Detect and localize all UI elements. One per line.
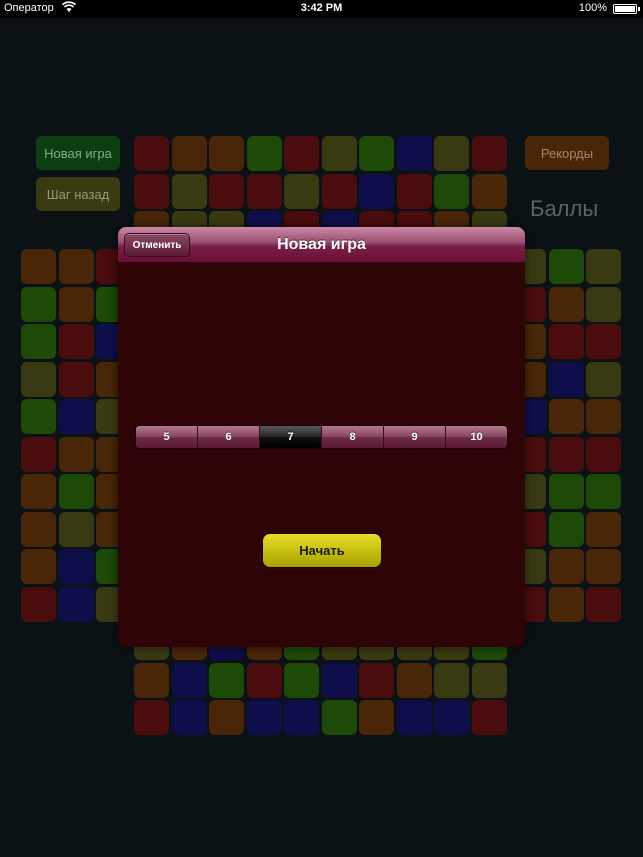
board-tile[interactable] bbox=[134, 173, 169, 209]
board-tile[interactable] bbox=[586, 324, 621, 359]
board-tile[interactable] bbox=[246, 173, 282, 209]
board-tile[interactable] bbox=[471, 700, 507, 735]
start-button[interactable]: Начать bbox=[263, 534, 381, 567]
board-tile[interactable] bbox=[58, 399, 94, 434]
board-tile[interactable] bbox=[471, 173, 507, 209]
board-tile[interactable] bbox=[58, 436, 94, 472]
clock: 3:42 PM bbox=[300, 2, 343, 14]
board-tile[interactable] bbox=[246, 662, 282, 698]
board-tile[interactable] bbox=[21, 361, 56, 397]
status-bar: Оператор 3:42 PM 100% bbox=[0, 0, 643, 18]
board-tile[interactable] bbox=[134, 700, 169, 735]
new-game-dialog: Отменить Новая игра 5 6 7 8 9 10 Начать bbox=[118, 227, 525, 647]
board-tile[interactable] bbox=[548, 586, 584, 622]
board-tile[interactable] bbox=[434, 173, 469, 209]
board-tile[interactable] bbox=[321, 662, 357, 698]
board-tile[interactable] bbox=[284, 173, 319, 209]
dialog-title: Новая игра bbox=[277, 236, 366, 253]
size-option[interactable]: 9 bbox=[384, 426, 446, 448]
board-tile[interactable] bbox=[586, 436, 621, 472]
board-tile[interactable] bbox=[21, 324, 56, 359]
board-tile[interactable] bbox=[209, 662, 244, 698]
board-tile[interactable] bbox=[359, 173, 394, 209]
board-tile[interactable] bbox=[21, 586, 56, 622]
board-tile[interactable] bbox=[58, 511, 94, 547]
board-size-selector: 5 6 7 8 9 10 bbox=[135, 425, 508, 449]
board-tile[interactable] bbox=[586, 549, 621, 584]
board-tile[interactable] bbox=[21, 436, 56, 472]
board-tile[interactable] bbox=[359, 700, 394, 735]
dialog-header: Отменить Новая игра bbox=[118, 227, 525, 263]
board-tile[interactable] bbox=[171, 173, 207, 209]
board-tile[interactable] bbox=[548, 474, 584, 509]
board-tile[interactable] bbox=[548, 549, 584, 584]
board-tile[interactable] bbox=[548, 249, 584, 284]
board-tile[interactable] bbox=[434, 136, 469, 171]
board-tile[interactable] bbox=[548, 324, 584, 359]
board-tile[interactable] bbox=[246, 700, 282, 735]
board-tile[interactable] bbox=[246, 136, 282, 171]
board-tile[interactable] bbox=[548, 436, 584, 472]
board-tile[interactable] bbox=[548, 361, 584, 397]
board-tile[interactable] bbox=[134, 662, 169, 698]
board-tile[interactable] bbox=[284, 662, 319, 698]
board-tile[interactable] bbox=[434, 662, 469, 698]
board-tile[interactable] bbox=[171, 136, 207, 171]
board-tile[interactable] bbox=[586, 586, 621, 622]
new-game-button[interactable]: Новая игра bbox=[36, 136, 120, 170]
board-tile[interactable] bbox=[471, 662, 507, 698]
board-tile[interactable] bbox=[548, 399, 584, 434]
size-option[interactable]: 8 bbox=[322, 426, 384, 448]
board-tile[interactable] bbox=[396, 173, 432, 209]
board-tile[interactable] bbox=[548, 511, 584, 547]
size-option[interactable]: 6 bbox=[198, 426, 260, 448]
board-tile[interactable] bbox=[209, 700, 244, 735]
score-label: Баллы bbox=[530, 196, 599, 221]
board-tile[interactable] bbox=[321, 173, 357, 209]
board-tile[interactable] bbox=[321, 136, 357, 171]
battery-icon bbox=[613, 4, 640, 14]
board-tile[interactable] bbox=[586, 474, 621, 509]
size-option[interactable]: 7 bbox=[260, 426, 322, 448]
board-tile[interactable] bbox=[134, 136, 169, 171]
board-tile[interactable] bbox=[58, 324, 94, 359]
board-tile[interactable] bbox=[21, 286, 56, 322]
board-tile[interactable] bbox=[21, 249, 56, 284]
board-tile[interactable] bbox=[284, 136, 319, 171]
board-tile[interactable] bbox=[209, 173, 244, 209]
board-tile[interactable] bbox=[359, 136, 394, 171]
board-tile[interactable] bbox=[209, 136, 244, 171]
board-tile[interactable] bbox=[21, 549, 56, 584]
board-tile[interactable] bbox=[21, 511, 56, 547]
board-tile[interactable] bbox=[58, 361, 94, 397]
board-tile[interactable] bbox=[58, 586, 94, 622]
board-tile[interactable] bbox=[171, 662, 207, 698]
board-tile[interactable] bbox=[586, 399, 621, 434]
undo-button[interactable]: Шаг назад bbox=[36, 177, 120, 211]
battery-percent: 100% bbox=[578, 2, 607, 14]
board-tile[interactable] bbox=[58, 474, 94, 509]
board-tile[interactable] bbox=[58, 286, 94, 322]
board-tile[interactable] bbox=[171, 700, 207, 735]
board-tile[interactable] bbox=[586, 249, 621, 284]
board-tile[interactable] bbox=[396, 662, 432, 698]
board-tile[interactable] bbox=[58, 249, 94, 284]
board-tile[interactable] bbox=[58, 549, 94, 584]
board-tile[interactable] bbox=[21, 474, 56, 509]
board-tile[interactable] bbox=[434, 700, 469, 735]
board-tile[interactable] bbox=[359, 662, 394, 698]
board-tile[interactable] bbox=[471, 136, 507, 171]
board-tile[interactable] bbox=[21, 399, 56, 434]
board-tile[interactable] bbox=[586, 511, 621, 547]
board-tile[interactable] bbox=[586, 286, 621, 322]
board-tile[interactable] bbox=[284, 700, 319, 735]
board-tile[interactable] bbox=[586, 361, 621, 397]
board-tile[interactable] bbox=[396, 700, 432, 735]
size-option[interactable]: 5 bbox=[136, 426, 198, 448]
size-option[interactable]: 10 bbox=[446, 426, 507, 448]
board-tile[interactable] bbox=[548, 286, 584, 322]
records-button[interactable]: Рекорды bbox=[525, 136, 609, 170]
board-tile[interactable] bbox=[396, 136, 432, 171]
board-tile[interactable] bbox=[321, 700, 357, 735]
